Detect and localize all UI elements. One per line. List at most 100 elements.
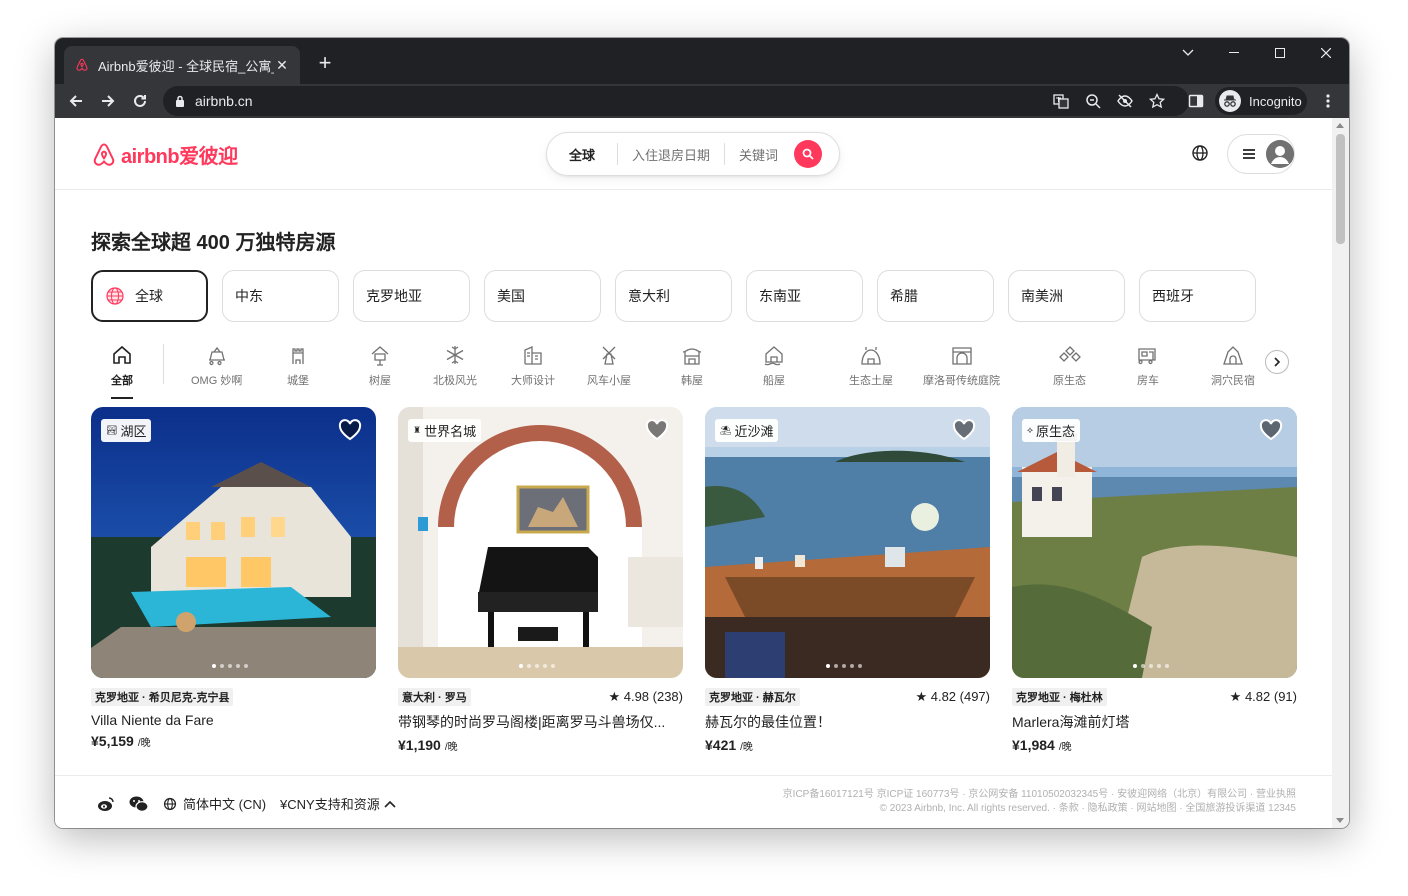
scrollbar-thumb[interactable] xyxy=(1336,134,1345,244)
category-label: 生态土屋 xyxy=(849,375,893,387)
tracking-protection-icon[interactable] xyxy=(1114,90,1136,112)
weibo-icon[interactable] xyxy=(97,796,115,812)
region-label: 希腊 xyxy=(890,288,918,304)
snowflake-icon xyxy=(444,342,466,368)
listing-price: ¥5,159/晚 xyxy=(91,733,376,749)
region-chip-south-america[interactable]: 南美洲 xyxy=(1008,270,1125,322)
back-button[interactable] xyxy=(63,88,89,114)
language-globe-icon[interactable] xyxy=(1191,144,1209,167)
region-chip-croatia[interactable]: 克罗地亚 xyxy=(353,270,470,322)
page-scrollbar[interactable] xyxy=(1332,118,1349,828)
airbnb-logo[interactable]: airbnb爱彼迎 xyxy=(91,140,238,169)
category-label: 韩屋 xyxy=(681,375,703,387)
bookmark-star-icon[interactable] xyxy=(1146,90,1168,112)
incognito-icon xyxy=(1219,90,1241,112)
incognito-profile-button[interactable]: Incognito xyxy=(1215,87,1307,115)
zoom-icon[interactable] xyxy=(1082,90,1104,112)
price-unit: /晚 xyxy=(137,738,151,749)
region-chip-southeast-asia[interactable]: 东南亚 xyxy=(746,270,863,322)
search-dates[interactable]: 入住退房日期 xyxy=(618,145,724,164)
legal-line-2[interactable]: © 2023 Airbnb, Inc. All rights reserved.… xyxy=(783,802,1296,816)
category-all[interactable]: 全部 xyxy=(111,342,133,399)
listing-badge: ♜ 世界名城 xyxy=(408,419,482,442)
category-design[interactable]: 大师设计 xyxy=(511,342,555,388)
listing-photo[interactable]: ⛱ 近沙滩 xyxy=(705,407,990,678)
listing-card[interactable]: ⟡ 原生态 克罗地亚 · 梅杜林 ★ 4.82 (91) Marlera海滩前灯塔… xyxy=(1012,407,1297,753)
incognito-label: Incognito xyxy=(1249,93,1302,109)
tab-close-icon[interactable]: ✕ xyxy=(274,57,290,74)
maximize-button[interactable] xyxy=(1257,38,1303,68)
listing-photo[interactable]: ♜ 世界名城 xyxy=(398,407,683,678)
region-chip-spain[interactable]: 西班牙 xyxy=(1139,270,1256,322)
category-label: 原生态 xyxy=(1053,375,1086,387)
translate-icon[interactable] xyxy=(1050,90,1072,112)
region-chip-global[interactable]: 全球 xyxy=(91,270,208,322)
close-window-button[interactable] xyxy=(1303,38,1349,68)
category-off-grid[interactable]: 原生态 xyxy=(1053,342,1086,388)
address-bar[interactable]: airbnb.cn xyxy=(163,86,1189,116)
wechat-icon[interactable] xyxy=(129,796,149,812)
category-bar: 全部 OMG 妙啊 城堡 树屋 北极风光 大师设计 风车小屋 韩屋 船屋 生态土… xyxy=(91,342,1289,402)
listing-badge: ⟡ 原生态 xyxy=(1022,419,1080,442)
wishlist-heart-icon[interactable] xyxy=(1259,419,1283,446)
site-footer: 简体中文 (CN) ¥CNY支持和资源 京ICP备16017121号 京ICP证… xyxy=(55,775,1332,828)
footer-language-button[interactable]: 简体中文 (CN) xyxy=(163,794,266,813)
legal-line-1[interactable]: 京ICP备16017121号 京ICP证 160773号 · 京公网安备 110… xyxy=(783,788,1296,802)
lock-icon xyxy=(175,95,185,107)
browser-tab[interactable]: Airbnb爱彼迎 - 全球民宿_公寓_短 ✕ xyxy=(64,46,300,84)
category-hanok[interactable]: 韩屋 xyxy=(681,342,703,388)
listing-price: ¥1,984/晚 xyxy=(1012,737,1297,753)
category-earth-home[interactable]: 生态土屋 xyxy=(849,342,893,388)
region-chip-italy[interactable]: 意大利 xyxy=(615,270,732,322)
side-panel-icon[interactable] xyxy=(1185,90,1207,112)
region-label: 中东 xyxy=(235,288,263,304)
search-icon xyxy=(802,148,814,160)
browser-menu-icon[interactable] xyxy=(1317,90,1339,112)
minimize-button[interactable] xyxy=(1211,38,1257,68)
listing-price: ¥1,190/晚 xyxy=(398,737,683,753)
globe-pink-icon xyxy=(105,286,125,306)
globe-icon xyxy=(163,797,177,810)
url-text: airbnb.cn xyxy=(195,93,253,109)
region-chip-middle-east[interactable]: 中东 xyxy=(222,270,339,322)
category-treehouse[interactable]: 树屋 xyxy=(369,342,391,388)
wishlist-heart-icon[interactable] xyxy=(645,419,669,446)
search-where[interactable]: 全球 xyxy=(547,145,617,164)
listing-card[interactable]: ♜ 世界名城 意大利 · 罗马 ★ 4.98 (238) 带钢琴的时尚罗马阁楼|距… xyxy=(398,407,683,753)
reload-button[interactable] xyxy=(127,88,153,114)
category-campervan[interactable]: 房车 xyxy=(1137,342,1159,388)
star-icon: ★ xyxy=(1229,689,1242,704)
category-omg[interactable]: OMG 妙啊 xyxy=(191,342,242,388)
region-chip-greece[interactable]: 希腊 xyxy=(877,270,994,322)
listing-name[interactable]: 赫瓦尔的最佳位置！ xyxy=(705,712,990,732)
listing-card[interactable]: 🏞 湖区 克罗地亚 · 希贝尼克-克宁县 Villa Niente da Fare… xyxy=(91,407,376,753)
listing-card[interactable]: ⛱ 近沙滩 克罗地亚 · 赫瓦尔 ★ 4.82 (497) 赫瓦尔的最佳位置！ ¥… xyxy=(705,407,990,753)
currency-label: ¥CNY支持和资源 xyxy=(280,797,380,812)
search-bar[interactable]: 全球 入住退房日期 关键词 xyxy=(546,132,840,176)
beach-icon: ⛱ xyxy=(720,425,732,435)
region-chip-usa[interactable]: 美国 xyxy=(484,270,601,322)
search-keyword[interactable]: 关键词 xyxy=(725,145,792,164)
listing-name[interactable]: 带钢琴的时尚罗马阁楼|距离罗马斗兽场仅... xyxy=(398,712,683,732)
search-button[interactable] xyxy=(794,140,823,168)
forward-button[interactable] xyxy=(95,88,121,114)
category-arctic[interactable]: 北极风光 xyxy=(433,342,477,388)
category-cave[interactable]: 洞穴民宿 xyxy=(1211,342,1255,388)
hanok-icon xyxy=(681,342,703,368)
listing-photo[interactable]: ⟡ 原生态 xyxy=(1012,407,1297,678)
price-value: ¥1,984 xyxy=(1012,737,1055,753)
listing-name[interactable]: Marlera海滩前灯塔 xyxy=(1012,712,1297,732)
wishlist-heart-icon[interactable] xyxy=(952,419,976,446)
wishlist-heart-icon[interactable] xyxy=(338,419,362,446)
listing-photo[interactable]: 🏞 湖区 xyxy=(91,407,376,678)
new-tab-button[interactable]: + xyxy=(311,50,339,78)
category-next-button[interactable] xyxy=(1265,350,1289,374)
listing-name[interactable]: Villa Niente da Fare xyxy=(91,712,376,728)
category-riad[interactable]: 摩洛哥传统庭院 xyxy=(923,342,1000,388)
tab-search-icon[interactable] xyxy=(1165,38,1211,68)
user-menu-button[interactable] xyxy=(1227,134,1295,174)
footer-currency-button[interactable]: ¥CNY支持和资源 xyxy=(280,794,396,813)
category-castle[interactable]: 城堡 xyxy=(287,342,309,388)
category-windmill[interactable]: 风车小屋 xyxy=(587,342,631,388)
category-boathouse[interactable]: 船屋 xyxy=(763,342,785,388)
